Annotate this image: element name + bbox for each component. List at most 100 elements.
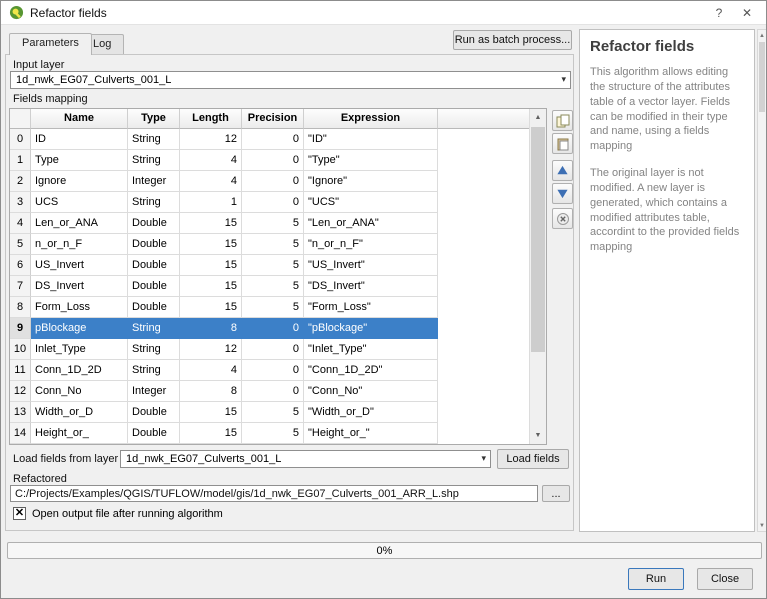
cell-type[interactable]: Double: [128, 402, 180, 423]
cell-expression[interactable]: "Ignore": [304, 171, 438, 192]
load-fields-combo[interactable]: 1d_nwk_EG07_Culverts_001_L ▾: [120, 450, 491, 468]
titlebar-help-button[interactable]: ?: [708, 6, 730, 20]
refactored-path-input[interactable]: [10, 485, 538, 502]
cell-type[interactable]: String: [128, 129, 180, 150]
scroll-up-icon[interactable]: ▲: [530, 109, 546, 126]
cell-precision[interactable]: 0: [242, 360, 304, 381]
cell-precision[interactable]: 5: [242, 276, 304, 297]
cell-precision[interactable]: 5: [242, 423, 304, 444]
table-row[interactable]: 13 Width_or_D Double 15 5 "Width_or_D": [10, 402, 529, 423]
cell-name[interactable]: Width_or_D: [31, 402, 128, 423]
open-output-checkbox[interactable]: ✕ Open output file after running algorit…: [13, 507, 223, 520]
cell-type[interactable]: String: [128, 150, 180, 171]
cell-name[interactable]: Conn_No: [31, 381, 128, 402]
cell-length[interactable]: 8: [180, 318, 242, 339]
header-name[interactable]: Name: [31, 109, 128, 129]
table-row[interactable]: 9 pBlockage String 8 0 "pBlockage": [10, 318, 529, 339]
cell-type[interactable]: String: [128, 360, 180, 381]
row-number[interactable]: 12: [10, 381, 31, 402]
cell-name[interactable]: Len_or_ANA: [31, 213, 128, 234]
table-row[interactable]: 10 Inlet_Type String 12 0 "Inlet_Type": [10, 339, 529, 360]
cell-length[interactable]: 1: [180, 192, 242, 213]
cell-precision[interactable]: 5: [242, 297, 304, 318]
header-precision[interactable]: Precision: [242, 109, 304, 129]
scrollbar-thumb[interactable]: [759, 42, 765, 112]
cell-name[interactable]: pBlockage: [31, 318, 128, 339]
cell-type[interactable]: Integer: [128, 171, 180, 192]
titlebar-close-button[interactable]: ✕: [736, 6, 758, 20]
cell-type[interactable]: Double: [128, 255, 180, 276]
row-number[interactable]: 7: [10, 276, 31, 297]
table-row[interactable]: 14 Height_or_ Double 15 5 "Height_or_": [10, 423, 529, 444]
cell-precision[interactable]: 0: [242, 150, 304, 171]
input-layer-combo[interactable]: 1d_nwk_EG07_Culverts_001_L ▾: [10, 71, 571, 89]
cell-expression[interactable]: "UCS": [304, 192, 438, 213]
cell-type[interactable]: String: [128, 192, 180, 213]
cell-precision[interactable]: 0: [242, 381, 304, 402]
help-panel-scrollbar[interactable]: ▲ ▼: [757, 29, 767, 532]
row-number[interactable]: 5: [10, 234, 31, 255]
cell-type[interactable]: Double: [128, 234, 180, 255]
table-row[interactable]: 12 Conn_No Integer 8 0 "Conn_No": [10, 381, 529, 402]
cell-precision[interactable]: 5: [242, 402, 304, 423]
cell-expression[interactable]: "ID": [304, 129, 438, 150]
move-field-down-button[interactable]: [552, 183, 573, 204]
row-number[interactable]: 9: [10, 318, 31, 339]
cell-length[interactable]: 15: [180, 234, 242, 255]
cell-expression[interactable]: "Height_or_": [304, 423, 438, 444]
close-button[interactable]: Close: [697, 568, 753, 590]
delete-field-button[interactable]: [552, 208, 573, 229]
table-row[interactable]: 5 n_or_n_F Double 15 5 "n_or_n_F": [10, 234, 529, 255]
checkbox-box[interactable]: ✕: [13, 507, 26, 520]
cell-type[interactable]: Double: [128, 297, 180, 318]
cell-name[interactable]: Type: [31, 150, 128, 171]
row-number[interactable]: 8: [10, 297, 31, 318]
cell-precision[interactable]: 0: [242, 318, 304, 339]
table-row[interactable]: 3 UCS String 1 0 "UCS": [10, 192, 529, 213]
cell-type[interactable]: Double: [128, 423, 180, 444]
cell-precision[interactable]: 0: [242, 171, 304, 192]
cell-name[interactable]: US_Invert: [31, 255, 128, 276]
row-number[interactable]: 0: [10, 129, 31, 150]
cell-expression[interactable]: "US_Invert": [304, 255, 438, 276]
paste-fields-button[interactable]: [552, 133, 573, 154]
cell-length[interactable]: 15: [180, 423, 242, 444]
scroll-down-icon[interactable]: ▼: [530, 427, 546, 444]
scroll-down-icon[interactable]: ▼: [758, 520, 766, 531]
cell-expression[interactable]: "pBlockage": [304, 318, 438, 339]
header-type[interactable]: Type: [128, 109, 180, 129]
cell-precision[interactable]: 0: [242, 192, 304, 213]
table-row[interactable]: 8 Form_Loss Double 15 5 "Form_Loss": [10, 297, 529, 318]
cell-name[interactable]: Conn_1D_2D: [31, 360, 128, 381]
cell-name[interactable]: n_or_n_F: [31, 234, 128, 255]
table-row[interactable]: 11 Conn_1D_2D String 4 0 "Conn_1D_2D": [10, 360, 529, 381]
cell-expression[interactable]: "Width_or_D": [304, 402, 438, 423]
load-fields-button[interactable]: Load fields: [497, 449, 569, 469]
row-number[interactable]: 1: [10, 150, 31, 171]
cell-length[interactable]: 12: [180, 339, 242, 360]
cell-name[interactable]: ID: [31, 129, 128, 150]
cell-length[interactable]: 15: [180, 255, 242, 276]
cell-type[interactable]: String: [128, 339, 180, 360]
cell-precision[interactable]: 0: [242, 339, 304, 360]
cell-length[interactable]: 4: [180, 171, 242, 192]
copy-fields-button[interactable]: [552, 110, 573, 131]
cell-expression[interactable]: "Len_or_ANA": [304, 213, 438, 234]
cell-name[interactable]: Ignore: [31, 171, 128, 192]
row-number[interactable]: 13: [10, 402, 31, 423]
table-row[interactable]: 6 US_Invert Double 15 5 "US_Invert": [10, 255, 529, 276]
cell-precision[interactable]: 5: [242, 255, 304, 276]
cell-name[interactable]: Inlet_Type: [31, 339, 128, 360]
cell-expression[interactable]: "DS_Invert": [304, 276, 438, 297]
header-length[interactable]: Length: [180, 109, 242, 129]
cell-length[interactable]: 15: [180, 297, 242, 318]
cell-name[interactable]: Height_or_: [31, 423, 128, 444]
cell-name[interactable]: DS_Invert: [31, 276, 128, 297]
row-number[interactable]: 14: [10, 423, 31, 444]
row-number[interactable]: 3: [10, 192, 31, 213]
cell-precision[interactable]: 5: [242, 234, 304, 255]
cell-length[interactable]: 8: [180, 381, 242, 402]
browse-output-button[interactable]: ...: [542, 485, 570, 502]
cell-expression[interactable]: "Inlet_Type": [304, 339, 438, 360]
cell-expression[interactable]: "Type": [304, 150, 438, 171]
